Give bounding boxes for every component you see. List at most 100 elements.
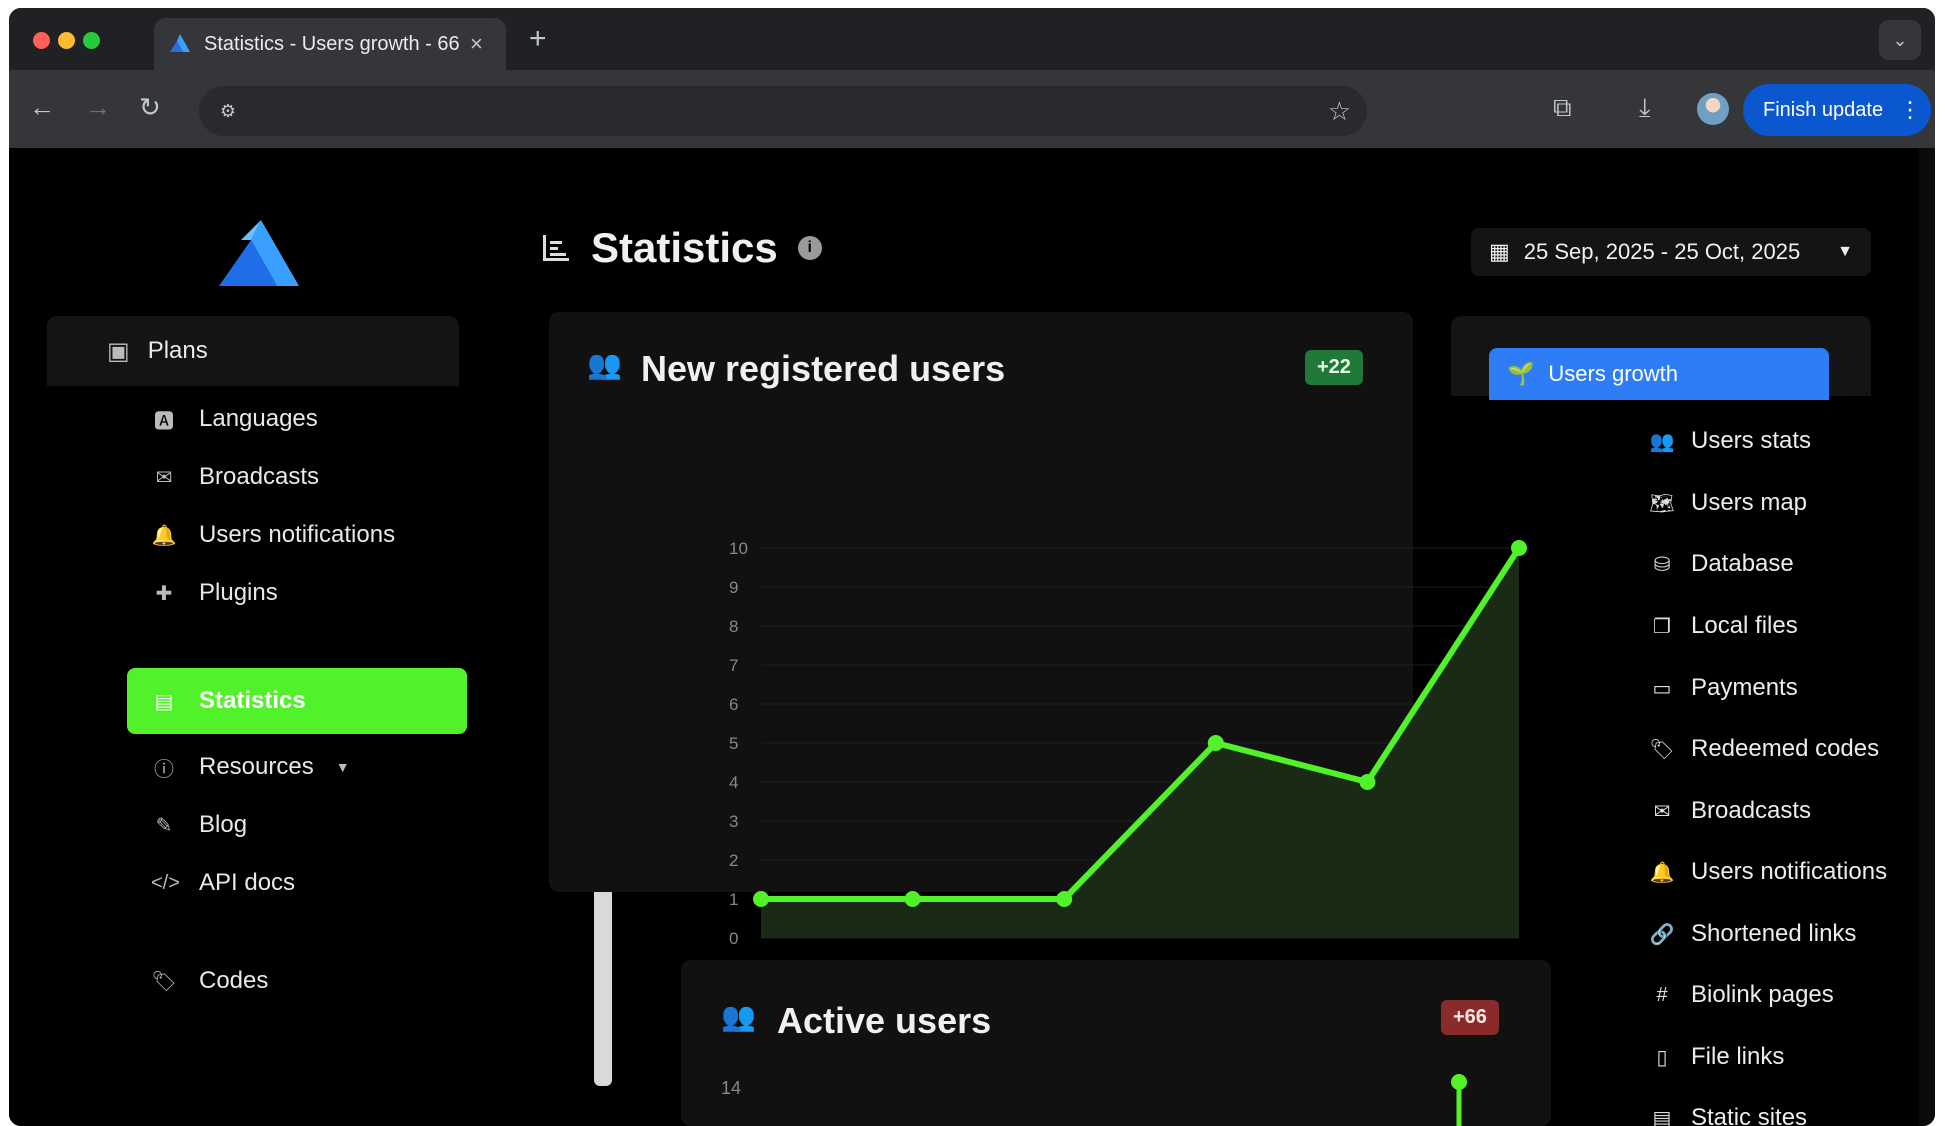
tab-search-button[interactable]: ⌄ bbox=[1879, 20, 1921, 60]
sidebar-item-label: Blog bbox=[199, 811, 248, 838]
menu-item-label: Biolink pages bbox=[1691, 981, 1834, 1008]
sidebar-item-languages[interactable]: 🅰 Languages bbox=[127, 386, 467, 452]
browser-toolbar: ← → ↻ ⚙ ☆ ⧉ ⤓ Finish update ⋮ bbox=[9, 70, 1935, 148]
menu-item-label: Database bbox=[1691, 550, 1794, 577]
calendar-icon: ▦ bbox=[1489, 239, 1510, 264]
menu-item-label: Users map bbox=[1691, 489, 1808, 516]
file-icon: ▯ bbox=[1656, 1046, 1668, 1069]
sprout-icon: 🌱 bbox=[1507, 361, 1535, 386]
chart-point[interactable] bbox=[1511, 540, 1527, 556]
menu-item-label: Payments bbox=[1691, 674, 1798, 701]
users-growth-button[interactable]: 🌱 Users growth bbox=[1489, 348, 1829, 400]
menu-item-users-notifications[interactable]: 🔔 Users notifications bbox=[1649, 847, 1888, 897]
tags-icon: 🏷 bbox=[1649, 738, 1675, 761]
sidebar-item-label: API docs bbox=[199, 869, 296, 896]
menu-item-local-files[interactable]: ❐ Local files bbox=[1649, 601, 1798, 651]
y-tick-label: 6 bbox=[729, 695, 738, 714]
download-icon[interactable]: ⤓ bbox=[1639, 92, 1651, 124]
chart-point[interactable] bbox=[904, 891, 921, 907]
menu-item-users-stats[interactable]: 👥 Users stats bbox=[1649, 416, 1811, 466]
extensions-icon[interactable]: ⧉ bbox=[1553, 92, 1572, 124]
date-range-picker[interactable]: ▦ 25 Sep, 2025 - 25 Oct, 2025 ▼ bbox=[1471, 228, 1871, 276]
y-tick-label: 10 bbox=[729, 539, 748, 558]
active-users-badge: +66 bbox=[1441, 1000, 1499, 1035]
sidebar-item-label: Users notifications bbox=[199, 521, 396, 548]
menu-item-payments[interactable]: ▭ Payments bbox=[1649, 663, 1798, 713]
y-tick-label: 2 bbox=[729, 851, 738, 870]
bookmark-star-icon[interactable]: ☆ bbox=[1328, 96, 1351, 127]
menu-item-label: Users notifications bbox=[1691, 858, 1888, 885]
language-icon: 🅰 bbox=[154, 410, 174, 433]
files-icon: ❐ bbox=[1653, 615, 1671, 638]
y-tick-label: 4 bbox=[729, 773, 738, 792]
sidebar-item-label: Broadcasts bbox=[199, 463, 320, 490]
profile-avatar[interactable] bbox=[1697, 93, 1729, 125]
info-icon[interactable]: i bbox=[797, 236, 822, 260]
sidebar-item-codes[interactable]: 🏷 Codes bbox=[127, 948, 467, 1014]
menu-item-file-links[interactable]: ▯ File links bbox=[1649, 1032, 1784, 1082]
sidebar-item-blog[interactable]: ✎ Blog bbox=[127, 792, 467, 858]
new-users-chart[interactable]: 012345678910 2 Oct13 Oct18 Oct22 Oct23 O… bbox=[729, 528, 1549, 998]
file-code-icon: ▤ bbox=[1652, 1107, 1672, 1126]
users-growth-label: Users growth bbox=[1548, 361, 1678, 386]
browser-tab-active[interactable]: Statistics - Users growth - 66 × bbox=[154, 18, 506, 70]
sidebar-item-resources[interactable]: ⓘ Resources ▼ bbox=[127, 734, 467, 800]
sidebar-item-label: Languages bbox=[199, 405, 318, 432]
menu-item-biolink-pages[interactable]: # Biolink pages bbox=[1649, 970, 1834, 1020]
chart-point[interactable] bbox=[1359, 774, 1376, 790]
more-vertical-icon: ⋮ bbox=[1899, 97, 1922, 122]
sidebar-item-plans[interactable]: ▣ Plans bbox=[47, 316, 459, 386]
menu-item-static-sites[interactable]: ▤ Static sites bbox=[1649, 1093, 1808, 1126]
finish-update-button[interactable]: Finish update ⋮ bbox=[1743, 84, 1931, 136]
forward-arrow-icon[interactable]: → bbox=[85, 92, 111, 123]
sidebar-item-label: Resources bbox=[199, 753, 314, 780]
reload-icon[interactable]: ↻ bbox=[139, 92, 161, 123]
menu-item-broadcasts[interactable]: ✉ Broadcasts bbox=[1649, 786, 1811, 836]
sidebar-item-label: Codes bbox=[199, 967, 269, 994]
minimize-window-button[interactable] bbox=[58, 32, 75, 49]
chart-point[interactable] bbox=[1207, 735, 1224, 751]
y-tick-label: 8 bbox=[729, 617, 738, 636]
new-tab-button[interactable]: + bbox=[529, 22, 547, 56]
page-header: Statistics i bbox=[541, 224, 822, 272]
menu-item-database[interactable]: ⛁ Database bbox=[1649, 539, 1794, 589]
link-icon: 🔗 bbox=[1649, 923, 1675, 946]
menu-item-label: Broadcasts bbox=[1691, 797, 1812, 824]
app-logo[interactable] bbox=[219, 220, 299, 286]
address-bar[interactable]: ⚙ ☆ bbox=[199, 86, 1367, 136]
active-users-card bbox=[681, 960, 1551, 1126]
finish-update-label: Finish update bbox=[1763, 98, 1884, 121]
sidebar-item-statistics[interactable]: ▤ Statistics bbox=[127, 668, 467, 734]
map-icon: 🗺 bbox=[1649, 492, 1675, 515]
back-arrow-icon[interactable]: ← bbox=[29, 92, 55, 123]
sidebar-item-api-docs[interactable]: </> API docs bbox=[127, 850, 467, 916]
maximize-window-button[interactable] bbox=[83, 32, 100, 49]
menu-item-redeemed-codes[interactable]: 🏷 Redeemed codes bbox=[1649, 724, 1879, 774]
site-settings-icon[interactable]: ⚙ bbox=[211, 95, 245, 127]
sidebar-item-users-notifications[interactable]: 🔔 Users notifications bbox=[127, 502, 467, 568]
close-window-button[interactable] bbox=[33, 32, 50, 49]
chart-point[interactable] bbox=[753, 891, 769, 907]
menu-item-shortened-links[interactable]: 🔗 Shortened links bbox=[1649, 909, 1857, 959]
sidebar-item-broadcasts[interactable]: ✉ Broadcasts bbox=[127, 444, 467, 510]
close-tab-icon[interactable]: × bbox=[470, 31, 483, 57]
y-tick-label: 3 bbox=[729, 812, 738, 831]
puzzle-icon: ✚ bbox=[155, 582, 173, 605]
new-users-title: New registered users bbox=[641, 348, 1006, 389]
chart-point[interactable] bbox=[1056, 891, 1073, 907]
menu-item-label: Shortened links bbox=[1691, 920, 1857, 947]
statistics-icon bbox=[543, 235, 569, 261]
menu-item-label: Static sites bbox=[1691, 1104, 1808, 1126]
menu-item-users-map[interactable]: 🗺 Users map bbox=[1649, 478, 1807, 528]
bell-icon: 🔔 bbox=[151, 524, 177, 547]
sidebar-item-plugins[interactable]: ✚ Plugins bbox=[127, 560, 467, 626]
app-content: Statistics i ▦ 25 Sep, 2025 - 25 Oct, 20… bbox=[9, 148, 1919, 1126]
sidebar-item-label: Plugins bbox=[199, 579, 278, 606]
y-tick-label: 0 bbox=[729, 929, 738, 948]
y-tick-label: 5 bbox=[729, 734, 738, 753]
page-scrollbar[interactable] bbox=[1919, 148, 1935, 1126]
date-range-label: 25 Sep, 2025 - 25 Oct, 2025 bbox=[1523, 239, 1801, 264]
tags-icon: 🏷 bbox=[151, 970, 177, 993]
menu-item-label: Redeemed codes bbox=[1691, 735, 1880, 762]
site-favicon-icon bbox=[170, 34, 190, 52]
